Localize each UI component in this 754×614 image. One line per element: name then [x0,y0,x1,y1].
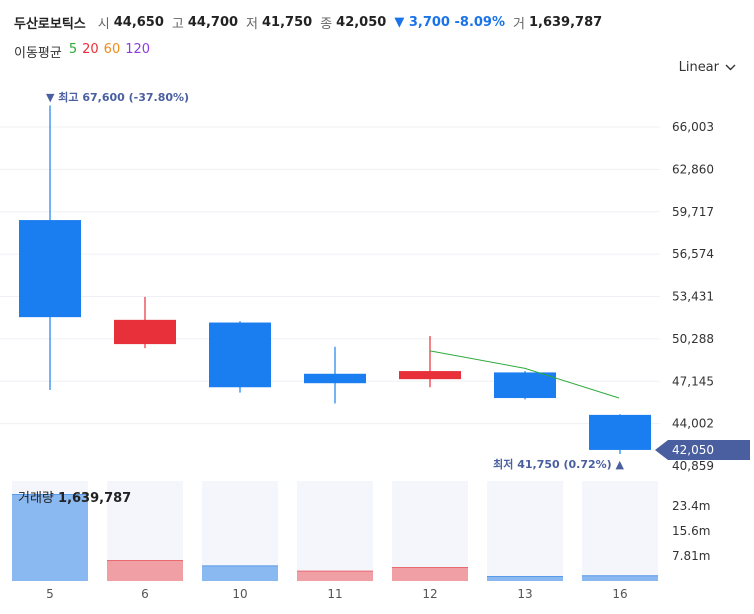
price-tick-label: 40,859 [672,459,714,473]
volume-bar [12,494,88,581]
volume-column-bg [582,481,658,581]
current-price-label: 42,050 [672,443,714,457]
volume-bar [392,567,468,581]
price-tick-label: 56,574 [672,247,714,261]
volume-bar [107,560,183,581]
x-tick-label: 13 [517,587,532,601]
candlestick-chart: 66,003 62,860 59,717 56,574 53,431 50,288 47,1… [0,90,750,601]
volume-panel-label: 거래량 [18,491,54,506]
x-tick-label: 6 [141,587,149,601]
candle-body [494,372,556,399]
volume-bar [202,565,278,581]
price-tick-label: 66,003 [672,120,714,134]
volume-bar [487,576,563,581]
volume-column-bg [487,481,563,581]
candle-body [399,371,461,380]
price-tick-label: 62,860 [672,162,714,176]
volume-tick-label: 7.81m [672,549,710,563]
price-tick-label: 47,145 [672,374,714,388]
volume-panel-title: 거래량 1,639,787 [18,487,131,506]
price-tick-label: 59,717 [672,205,714,219]
candle-body [589,414,651,450]
low-marker-label: 최저 41,750 (0.72%) ▲ [493,457,624,471]
high-marker-label: ▼ 최고 67,600 (-37.80%) [46,90,189,104]
x-tick-label: 16 [612,587,627,601]
candle-body [19,220,81,318]
price-tick-label: 44,002 [672,417,714,431]
volume-bar [297,571,373,581]
price-tick-label: 50,288 [672,332,714,346]
volume-column-bg [297,481,373,581]
candle-body [209,322,271,388]
x-tick-label: 5 [46,587,54,601]
volume-panel-value: 1,639,787 [58,491,132,506]
volume-column-bg [392,481,468,581]
volume-tick-label: 23.4m [672,499,710,513]
x-tick-label: 12 [422,587,437,601]
price-tick-label: 53,431 [672,290,714,304]
candle-body [304,373,366,384]
volume-tick-label: 15.6m [672,524,710,538]
candle-body [114,319,176,345]
volume-bar [582,575,658,581]
x-tick-label: 10 [232,587,247,601]
x-tick-label: 11 [327,587,342,601]
